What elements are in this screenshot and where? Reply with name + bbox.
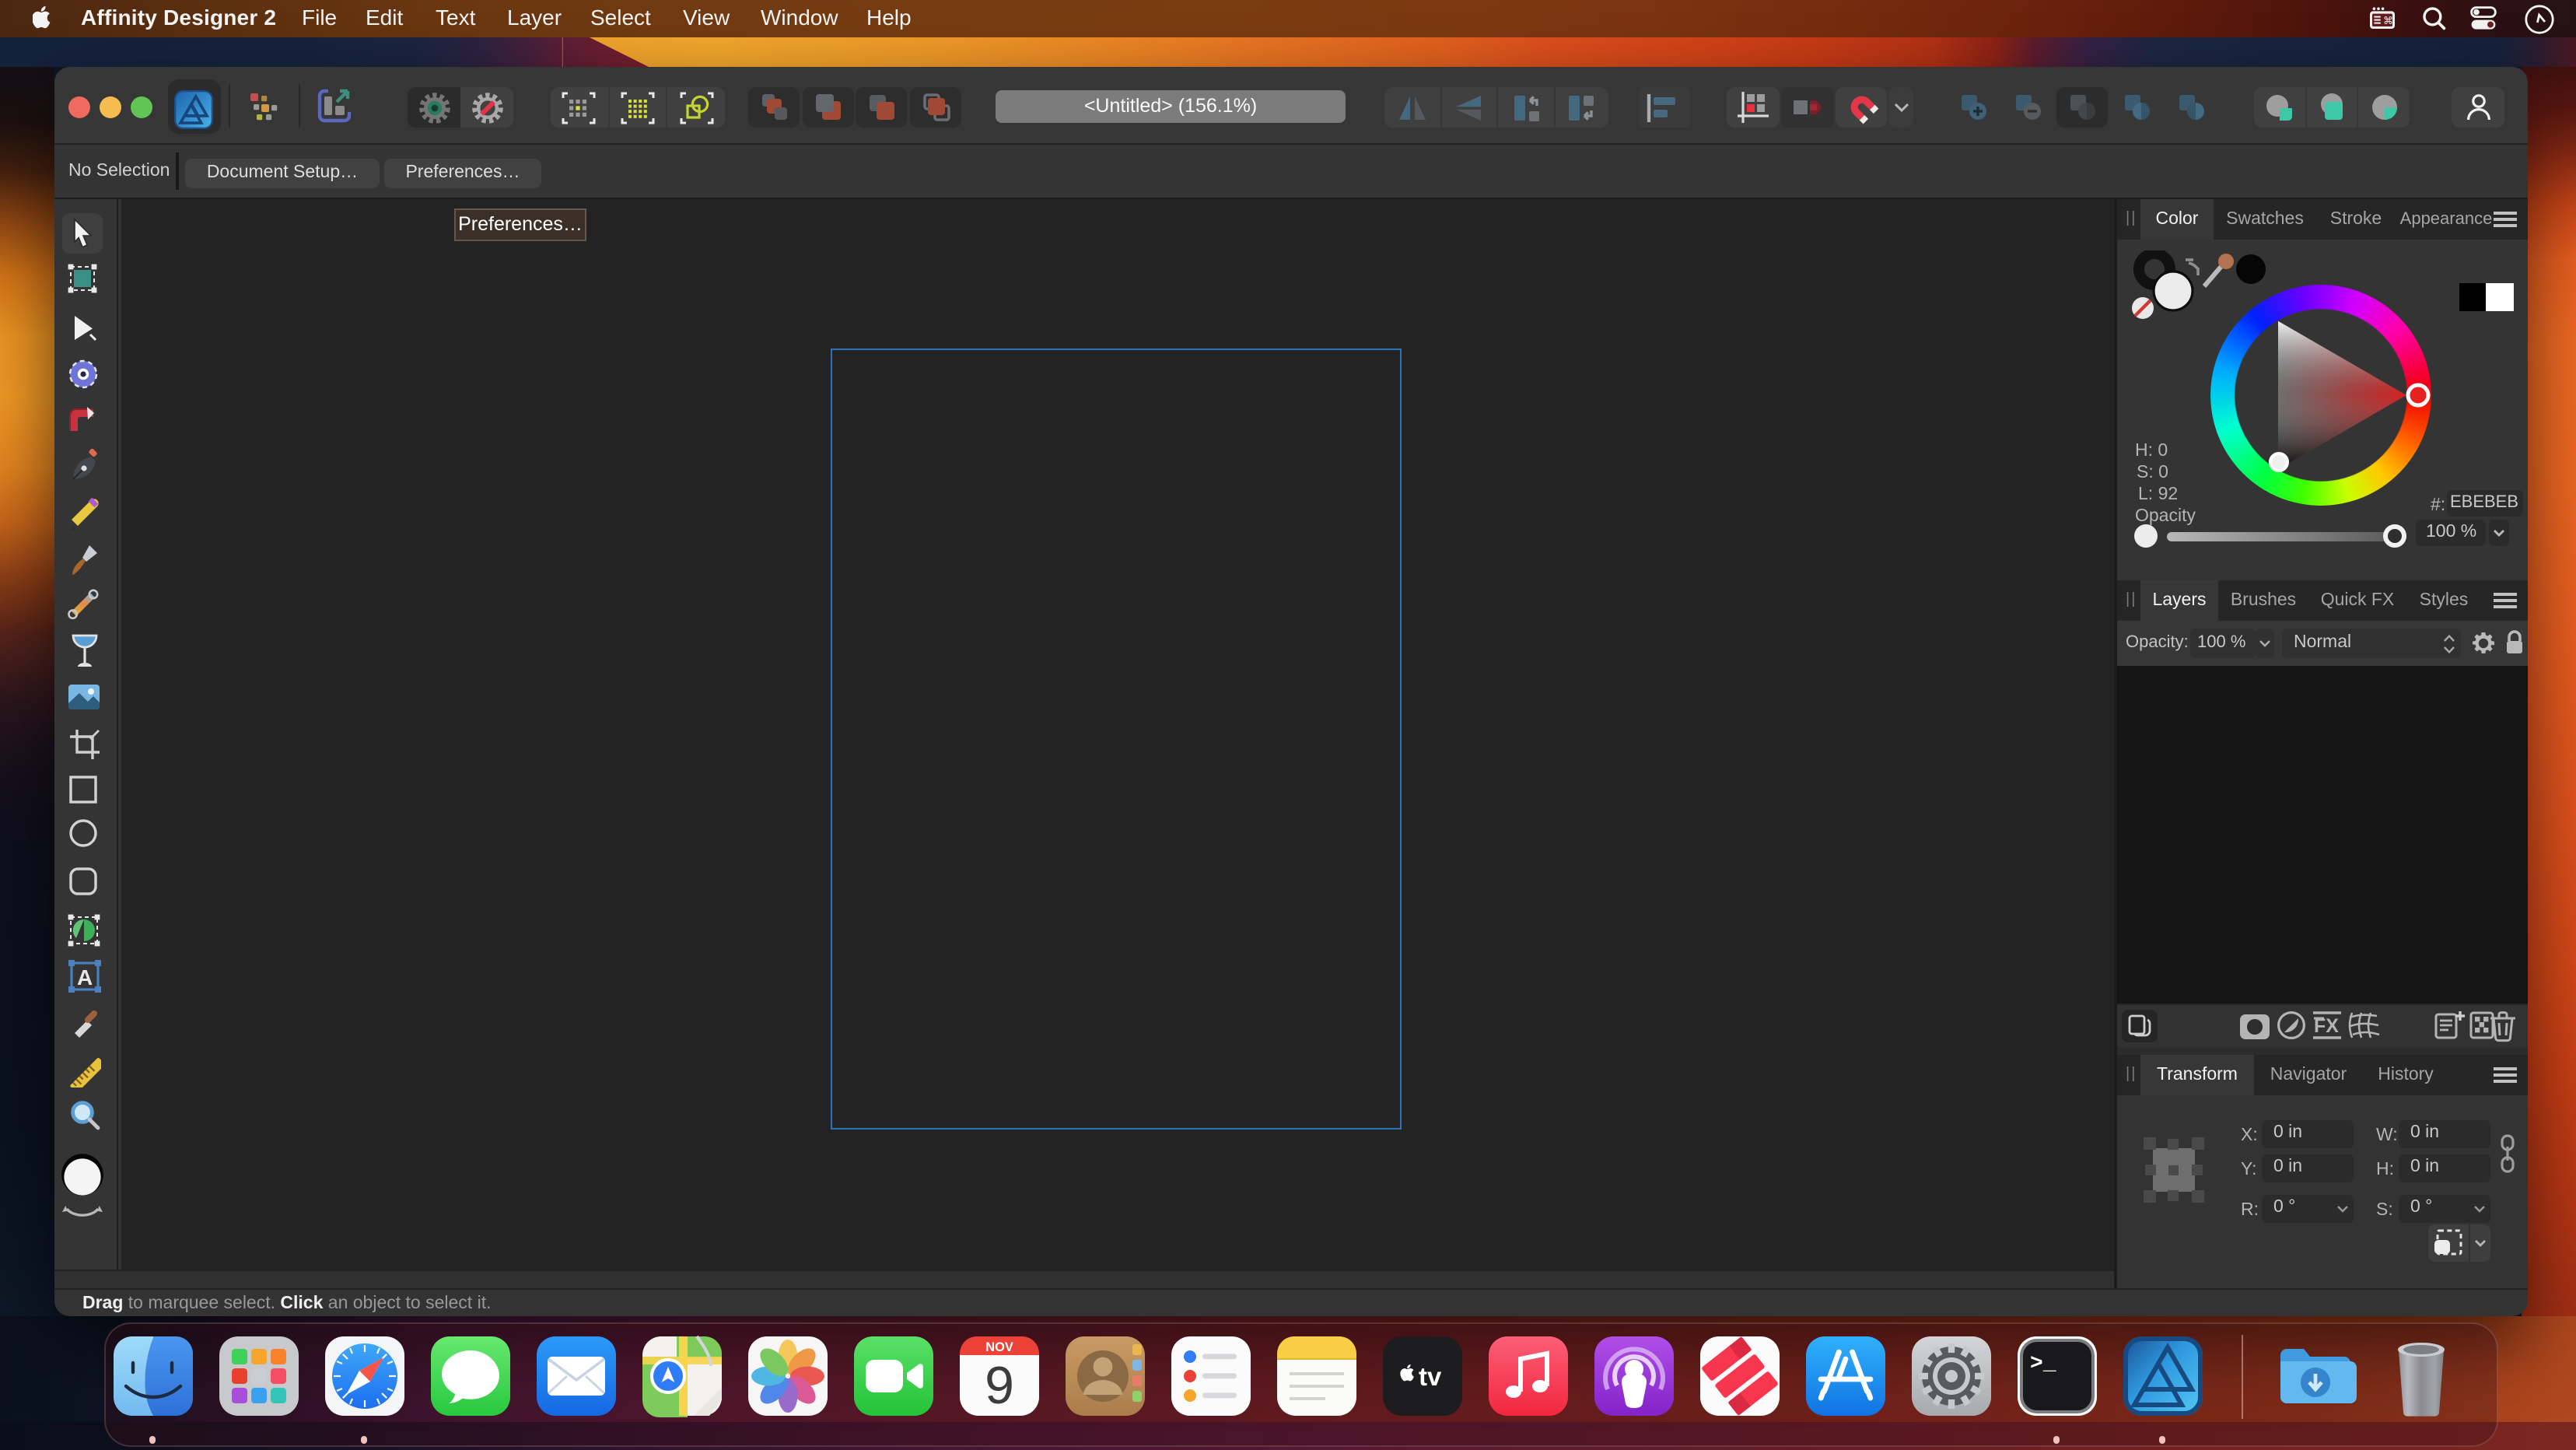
svg-text:NOV: NOV <box>985 1340 1013 1354</box>
svg-text:>_: >_ <box>2029 1352 2056 1376</box>
svg-text:A: A <box>76 965 92 989</box>
svg-text:tv: tv <box>1418 1362 1441 1391</box>
svg-text:⌘: ⌘ <box>2383 15 2393 26</box>
svg-text:9: 9 <box>984 1356 1013 1415</box>
